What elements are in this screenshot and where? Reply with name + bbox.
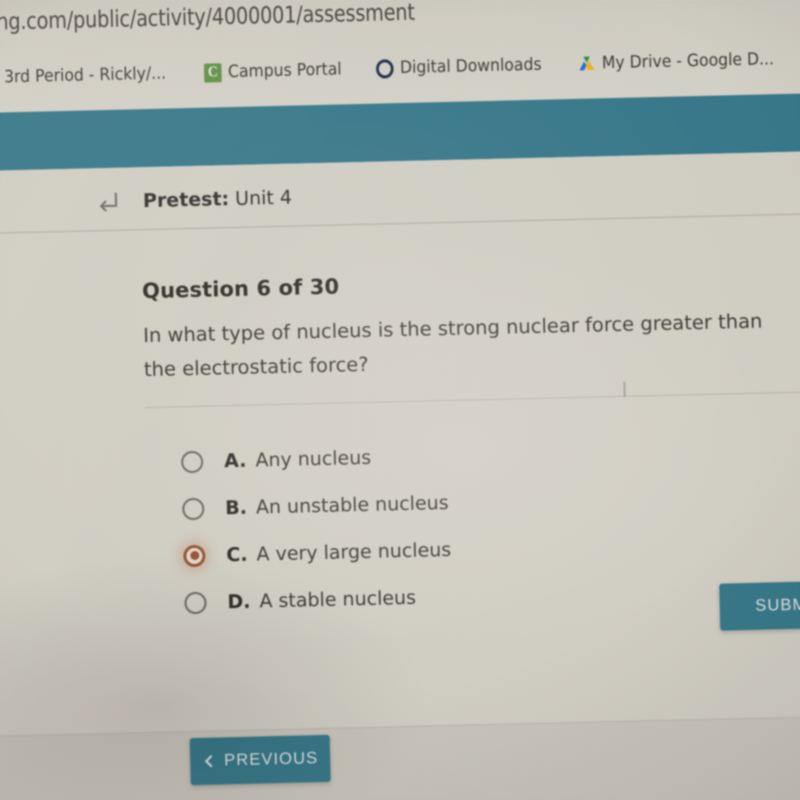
radio-button-b[interactable]	[182, 497, 205, 520]
answer-text: A stable nucleus	[259, 586, 417, 612]
answer-letter: A.	[223, 449, 247, 472]
bookmarks-bar: 3rd Period - Rickly/... C Campus Portal …	[0, 37, 800, 99]
previous-button[interactable]: PREVIOUS	[189, 734, 331, 786]
campus-portal-icon: C	[204, 62, 222, 83]
bookmark-my-drive[interactable]: My Drive - Google D...	[567, 47, 784, 76]
question-divider	[144, 390, 800, 409]
breadcrumb-label: Pretest:	[142, 188, 230, 213]
return-arrow-icon[interactable]	[95, 189, 122, 216]
ring-icon	[375, 58, 394, 79]
bookmark-digital-downloads[interactable]: Digital Downloads	[365, 52, 551, 80]
bookmark-label: Digital Downloads	[399, 54, 542, 79]
bookmark-label: 3rd Period - Rickly/...	[3, 63, 167, 88]
radio-button-a[interactable]	[180, 450, 204, 473]
question-counter: Question 6 of 30	[141, 274, 340, 304]
answer-letter: B.	[224, 496, 248, 519]
bookmark-campus-portal[interactable]: C Campus Portal	[194, 57, 352, 85]
google-drive-icon	[577, 54, 595, 73]
footer-strip	[0, 715, 800, 800]
breadcrumb: Pretest: Unit 4	[0, 158, 800, 232]
question-prompt: In what type of nucleus is the strong nu…	[142, 309, 763, 381]
radio-button-c[interactable]	[183, 544, 206, 567]
answer-letter: D.	[227, 590, 251, 613]
breadcrumb-value: Unit 4	[234, 186, 293, 210]
radio-button-d[interactable]	[184, 591, 207, 614]
answer-choices: A. Any nucleus B. An unstable nucleus C.…	[180, 424, 785, 626]
assessment-page: Pretest: Unit 4 Question 6 of 30 In what…	[0, 150, 800, 800]
url-text: hing.com/public/activity/4000001/assessm…	[0, 0, 416, 36]
breadcrumb-title: Pretest: Unit 4	[143, 187, 292, 213]
address-bar[interactable]: hing.com/public/activity/4000001/assessm…	[0, 0, 800, 41]
previous-label: PREVIOUS	[223, 749, 319, 770]
answer-text: Any nucleus	[255, 446, 372, 472]
text-caret-artifact	[623, 381, 626, 397]
bookmark-label: My Drive - Google D...	[601, 49, 774, 74]
bookmark-label: Campus Portal	[227, 59, 342, 83]
bookmark-3rd-period[interactable]: 3rd Period - Rickly/...	[0, 61, 176, 90]
monitor-screen: hing.com/public/activity/4000001/assessm…	[0, 0, 800, 800]
answer-text: An unstable nucleus	[255, 491, 449, 519]
screenshot-photo: hing.com/public/activity/4000001/assessm…	[0, 0, 800, 800]
answer-text: A very large nucleus	[256, 538, 452, 566]
answer-letter: C.	[226, 543, 248, 566]
chevron-left-icon	[202, 754, 217, 769]
submit-button[interactable]: SUBMIT	[719, 580, 800, 631]
